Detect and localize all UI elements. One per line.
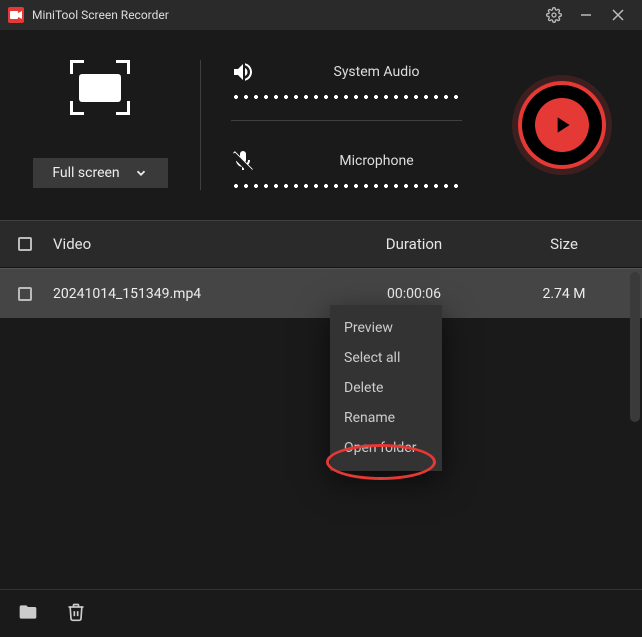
row-size: 2.74 M <box>504 286 624 302</box>
system-audio-level <box>231 94 462 100</box>
settings-button[interactable] <box>538 0 570 30</box>
context-menu-select-all[interactable]: Select all <box>330 343 442 373</box>
audio-section: System Audio Microphone <box>201 30 482 220</box>
trash-icon <box>66 602 86 622</box>
system-audio-row: System Audio <box>231 60 462 84</box>
recordings-table-header: Video Duration Size <box>0 220 642 268</box>
context-menu-delete[interactable]: Delete <box>330 373 442 403</box>
select-all-checkbox[interactable] <box>18 237 32 251</box>
top-panel: Full screen System Audio Microphone <box>0 30 642 220</box>
context-menu-open-folder[interactable]: Open folder <box>330 433 442 463</box>
speaker-icon <box>231 60 255 84</box>
app-logo-icon <box>8 7 24 23</box>
scrollbar[interactable] <box>630 272 640 422</box>
table-row[interactable]: 20241014_151349.mp4 00:00:06 2.74 M <box>0 268 642 318</box>
column-header-size: Size <box>504 235 624 253</box>
microphone-level <box>231 183 462 189</box>
capture-area-section: Full screen <box>0 30 200 220</box>
record-button[interactable] <box>518 81 606 169</box>
record-section <box>482 30 642 220</box>
play-icon <box>549 112 575 138</box>
capture-region-icon[interactable] <box>55 55 145 120</box>
microphone-toggle[interactable] <box>231 149 271 173</box>
context-menu-preview[interactable]: Preview <box>330 313 442 343</box>
app-title: MiniTool Screen Recorder <box>32 8 169 22</box>
row-duration: 00:00:06 <box>324 286 504 302</box>
delete-button[interactable] <box>66 602 86 626</box>
chevron-down-icon <box>134 166 148 180</box>
minimize-button[interactable] <box>570 0 602 30</box>
context-menu: Preview Select all Delete Rename Open fo… <box>330 305 442 471</box>
column-header-duration: Duration <box>324 235 504 253</box>
folder-open-icon <box>18 602 38 622</box>
close-button[interactable] <box>602 0 634 30</box>
capture-mode-label: Full screen <box>52 165 119 181</box>
system-audio-toggle[interactable] <box>231 60 271 84</box>
system-audio-label: System Audio <box>291 64 462 80</box>
microphone-label: Microphone <box>291 153 462 169</box>
footer-toolbar <box>0 589 642 637</box>
capture-mode-select[interactable]: Full screen <box>33 158 168 188</box>
context-menu-rename[interactable]: Rename <box>330 403 442 433</box>
microphone-muted-icon <box>231 149 255 173</box>
divider <box>231 120 462 121</box>
row-checkbox[interactable] <box>18 287 32 301</box>
recordings-table-body: 20241014_151349.mp4 00:00:06 2.74 M <box>0 268 642 588</box>
row-video-name: 20241014_151349.mp4 <box>53 286 324 302</box>
titlebar: MiniTool Screen Recorder <box>0 0 642 30</box>
open-folder-button[interactable] <box>18 602 38 626</box>
column-header-video: Video <box>53 235 324 253</box>
microphone-row: Microphone <box>231 149 462 173</box>
